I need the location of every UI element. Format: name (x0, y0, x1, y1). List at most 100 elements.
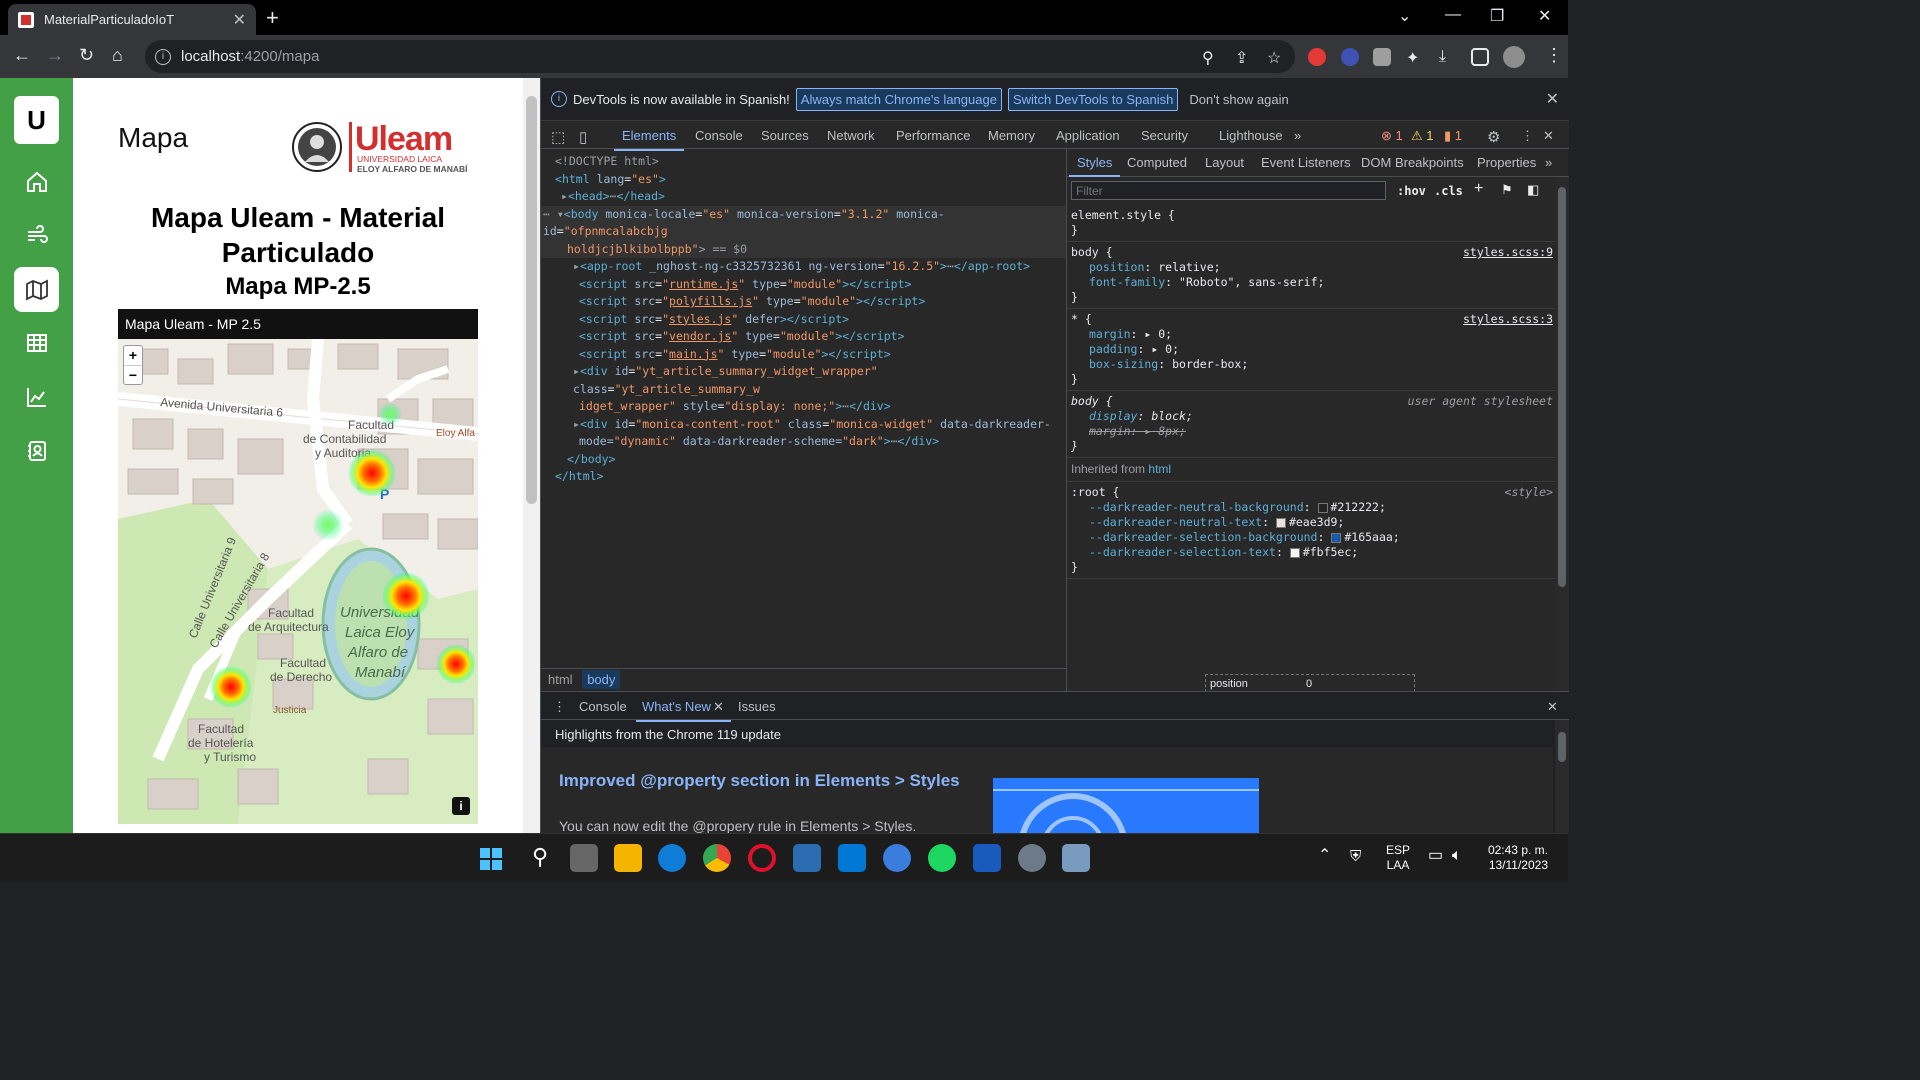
settings-gear-icon[interactable]: ⚙ (1487, 128, 1500, 146)
close-whats-new-icon[interactable]: ✕ (713, 699, 724, 715)
word-icon[interactable] (973, 844, 1001, 872)
match-language-button[interactable]: Always match Chrome's language (795, 87, 1002, 111)
devtools-close-icon[interactable]: ✕ (1543, 128, 1554, 144)
leaflet-map[interactable]: Avenida Universitaria 6 Facultad de Cont… (118, 339, 478, 824)
volume-icon[interactable]: 🔈︎ (1452, 848, 1462, 864)
back-icon[interactable]: ← (13, 45, 31, 66)
tab-lighthouse[interactable]: Lighthouse (1219, 128, 1283, 143)
extension-monica-icon[interactable] (1341, 48, 1359, 66)
language-indicator[interactable]: ESP LAA (1386, 843, 1410, 873)
settings-icon[interactable] (1018, 844, 1046, 872)
tab-memory[interactable]: Memory (988, 128, 1035, 143)
rule-source-link[interactable]: styles.scss:9 (1463, 245, 1553, 260)
tray-security-icon[interactable]: ⛨ (1350, 849, 1361, 864)
paint-brush-icon[interactable]: ⚑ (1501, 182, 1513, 198)
styles-filter-input[interactable] (1071, 181, 1386, 200)
forward-icon[interactable]: → (46, 45, 64, 66)
opera-icon[interactable] (748, 844, 776, 872)
map-info-button[interactable]: i (452, 797, 470, 815)
scrollbar-thumb[interactable] (526, 96, 537, 504)
dom-node-script[interactable]: <script src="vendor.js" type="module"></… (555, 328, 1066, 346)
dom-node-html[interactable]: <html lang="es"> (555, 171, 1066, 189)
sidebar-item-chart[interactable] (14, 374, 59, 419)
dom-node-script[interactable]: <script src="main.js" type="module"></sc… (555, 346, 1066, 364)
tab-properties[interactable]: Properties (1477, 155, 1536, 170)
drawer-tab-whats-new[interactable]: What's New (636, 699, 731, 722)
firefox-icon[interactable] (883, 844, 911, 872)
rule-body-ua[interactable]: body { user agent stylesheet display: bl… (1067, 391, 1557, 458)
tab-performance[interactable]: Performance (896, 128, 970, 143)
color-swatch[interactable] (1317, 502, 1328, 513)
breadcrumb-html[interactable]: html (548, 672, 573, 687)
dom-tree[interactable]: <!DOCTYPE html> <html lang="es"> ▸<head>… (541, 149, 1066, 668)
dom-node-script[interactable]: <script src="polyfills.js" type="module"… (555, 293, 1066, 311)
profile-avatar[interactable] (1503, 46, 1525, 68)
dom-node-script[interactable]: <script src="runtime.js" type="module"><… (555, 276, 1066, 294)
league-client-icon[interactable] (793, 844, 821, 872)
search-icon[interactable]: ⚲ (526, 844, 554, 872)
extension-red-icon[interactable] (1308, 48, 1326, 66)
maximize-icon[interactable]: ❐ (1490, 6, 1504, 26)
tab-security[interactable]: Security (1141, 128, 1188, 143)
bookmark-star-icon[interactable]: ☆ (1267, 48, 1281, 68)
spotify-icon[interactable] (928, 844, 956, 872)
minimize-icon[interactable]: — (1445, 6, 1461, 24)
page-scrollbar[interactable] (523, 78, 540, 833)
error-badge[interactable]: ⊗ 1 (1381, 128, 1403, 144)
extensions-puzzle-icon[interactable]: ✦ (1406, 48, 1424, 67)
dom-node-div-monica[interactable]: ▸<div id="monica-content-root" class="mo… (555, 416, 1066, 434)
edge-icon[interactable] (658, 844, 686, 872)
window-close-icon[interactable]: ✕ (1538, 6, 1551, 26)
color-swatch[interactable] (1275, 517, 1286, 528)
side-panel-icon[interactable] (1471, 48, 1489, 66)
issues-badge[interactable]: ▮ 1 (1444, 128, 1462, 144)
drawer-tab-console[interactable]: Console (579, 699, 627, 714)
address-bar[interactable]: i localhost:4200/mapa ⚲ ⇪ ☆ (145, 40, 1295, 73)
new-tab-icon[interactable]: + (266, 5, 279, 31)
sidebar-toggle-icon[interactable]: ◧ (1527, 182, 1539, 198)
tray-chevron-icon[interactable]: ⌃ (1318, 848, 1331, 864)
more-panes-icon[interactable]: » (1545, 155, 1552, 170)
dom-node-script[interactable]: <script src="styles.js" defer></script> (555, 311, 1066, 329)
inspect-element-icon[interactable]: ⬚ (551, 128, 565, 146)
tab-layout[interactable]: Layout (1205, 155, 1244, 170)
calculator-icon[interactable] (1062, 844, 1090, 872)
dom-node-approot[interactable]: ▸<app-root _nghost-ng-c3325732361 ng-ver… (555, 258, 1066, 276)
dom-node-body[interactable]: ⋯ ▾<body monica-locale="es" monica-versi… (541, 205, 1066, 241)
styles-scrollbar[interactable] (1555, 177, 1569, 691)
tab-elements[interactable]: Elements (613, 128, 685, 151)
tab-dom-breakpoints[interactable]: DOM Breakpoints (1361, 155, 1464, 170)
color-swatch[interactable] (1331, 532, 1342, 543)
tab-computed[interactable]: Computed (1127, 155, 1187, 170)
network-icon[interactable]: ▭ (1428, 848, 1443, 864)
color-swatch[interactable] (1289, 547, 1300, 558)
drawer-tab-issues[interactable]: Issues (738, 699, 776, 714)
extension-reader-icon[interactable] (1373, 48, 1391, 66)
tab-application[interactable]: Application (1056, 128, 1120, 143)
switch-language-button[interactable]: Switch DevTools to Spanish (1007, 87, 1179, 111)
reload-icon[interactable]: ↻ (79, 45, 94, 66)
rule-universal[interactable]: * { styles.scss:3 margin: ▸ 0; padding: … (1067, 309, 1557, 391)
tab-styles[interactable]: Styles (1068, 155, 1121, 177)
site-info-icon[interactable]: i (155, 48, 171, 65)
browser-tab[interactable]: MaterialParticuladoIoT ✕ (8, 4, 256, 35)
sidebar-item-table[interactable] (14, 320, 59, 365)
device-toolbar-icon[interactable]: ▯ (579, 128, 587, 146)
close-tab-icon[interactable]: ✕ (233, 10, 246, 30)
tab-console[interactable]: Console (695, 128, 743, 143)
app-logo[interactable]: U (14, 96, 59, 144)
share-icon[interactable]: ⇪ (1235, 48, 1248, 68)
sidebar-item-contact[interactable] (14, 428, 59, 473)
dont-show-again-button[interactable]: Don't show again (1184, 88, 1293, 111)
tab-event-listeners[interactable]: Event Listeners (1261, 155, 1351, 170)
task-view-icon[interactable] (570, 844, 598, 872)
rule-element-style[interactable]: element.style { } (1067, 205, 1557, 242)
download-icon[interactable]: ⤓ (1439, 48, 1457, 66)
chrome-menu-icon[interactable]: ⋮ (1545, 45, 1563, 66)
clock[interactable]: 02:43 p. m. 13/11/2023 (1482, 843, 1548, 873)
map-container[interactable]: Mapa Uleam - MP 2.5 Avenida Universitari… (118, 309, 478, 824)
infobar-close-icon[interactable]: ✕ (1546, 89, 1559, 109)
hov-toggle[interactable]: :hov (1397, 184, 1426, 198)
sidebar-item-map[interactable] (14, 267, 59, 312)
zoom-out-button[interactable]: − (124, 366, 142, 385)
